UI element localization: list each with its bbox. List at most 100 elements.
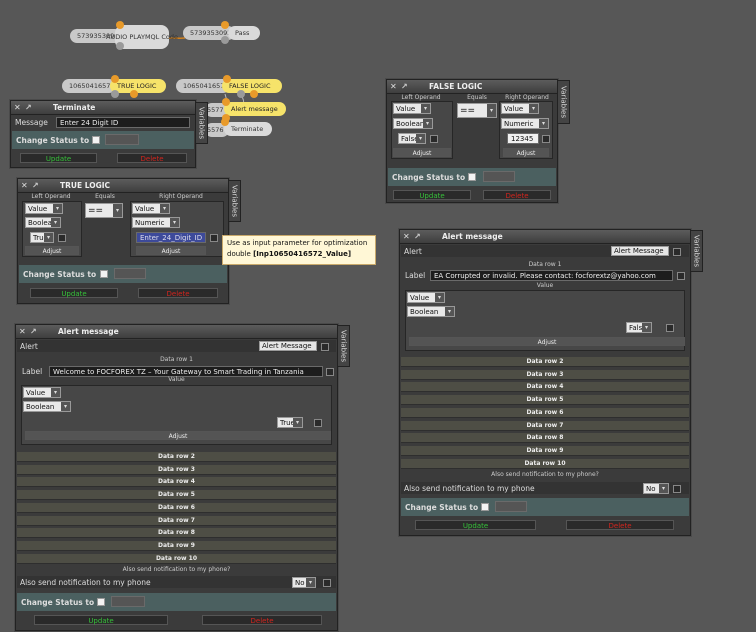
node-port-dot[interactable] [250, 90, 258, 98]
node-port-dot[interactable] [111, 90, 119, 98]
pin-icon[interactable]: ↗ [30, 327, 44, 336]
right-operand-checkbox[interactable] [210, 234, 218, 242]
alert-type-select[interactable]: Alert Message [611, 246, 669, 256]
variables-tab[interactable]: Variables [195, 102, 208, 144]
pin-icon[interactable]: ↗ [401, 82, 415, 91]
phone-checkbox[interactable] [673, 485, 681, 493]
change-status-input[interactable] [495, 501, 527, 512]
change-status-input[interactable] [105, 134, 139, 145]
update-button[interactable]: Update [30, 288, 118, 298]
value-select[interactable]: True ▾ [277, 417, 303, 428]
close-icon[interactable]: ✕ [19, 327, 28, 336]
data-row[interactable]: Data row 10 [401, 458, 689, 469]
operator-select[interactable]: == ▾ [457, 103, 497, 118]
node-port-dot[interactable] [222, 98, 230, 106]
right-operand-input[interactable]: Enter_24_Digit_ID [136, 232, 206, 243]
node-port-dot[interactable] [116, 42, 124, 50]
data-row[interactable]: Data row 9 [401, 445, 689, 456]
data-row[interactable]: Data row 6 [17, 502, 336, 513]
node-port-dot[interactable] [221, 21, 229, 29]
value-kind-select[interactable]: Value ▾ [23, 387, 61, 398]
alert-checkbox[interactable] [673, 248, 681, 256]
adjust-button[interactable]: Adjust [25, 246, 79, 255]
close-icon[interactable]: ✕ [403, 232, 412, 241]
data-row[interactable]: Data row 7 [401, 420, 689, 431]
value-type-select[interactable]: Boolean ▾ [407, 306, 455, 317]
alert-type-select[interactable]: Alert Message [259, 341, 317, 351]
left-operand-type-select[interactable]: Boolean ▾ [393, 118, 433, 129]
phone-select[interactable]: No ▾ [643, 483, 669, 494]
right-operand-type-select[interactable]: Numeric ▾ [501, 118, 549, 129]
update-button[interactable]: Update [34, 615, 168, 625]
delete-button[interactable]: Delete [483, 190, 551, 200]
node-port-dot[interactable] [130, 90, 138, 98]
data-row[interactable]: Data row 3 [401, 369, 689, 380]
delete-button[interactable]: Delete [138, 288, 218, 298]
delete-button[interactable]: Delete [202, 615, 322, 625]
close-icon[interactable]: ✕ [21, 181, 30, 190]
close-icon[interactable]: ✕ [390, 82, 399, 91]
left-operand-value-select[interactable]: True ▾ [30, 232, 54, 243]
left-operand-checkbox[interactable] [430, 135, 438, 143]
left-operand-checkbox[interactable] [58, 234, 66, 242]
change-status-input[interactable] [483, 171, 515, 182]
node-port-dot[interactable] [221, 118, 229, 126]
graph-canvas[interactable]: 5739353091 AUDIO PLAY MQL Code 573935309… [0, 0, 756, 632]
label-checkbox[interactable] [326, 368, 334, 376]
pin-icon[interactable]: ↗ [32, 181, 46, 190]
panel-title-bar[interactable]: ✕ ↗ Terminate [11, 101, 195, 115]
value-kind-select[interactable]: Value ▾ [407, 292, 445, 303]
data-row[interactable]: Data row 4 [17, 477, 336, 488]
left-operand-kind-select[interactable]: Value ▾ [25, 203, 63, 214]
data-row[interactable]: Data row 9 [17, 540, 336, 551]
node-port-dot[interactable] [237, 90, 245, 98]
adjust-button[interactable]: Adjust [136, 246, 206, 255]
node-terminate[interactable]: Terminate [224, 122, 272, 136]
pin-icon[interactable]: ↗ [414, 232, 428, 241]
adjust-button[interactable]: Adjust [503, 148, 549, 157]
adjust-button[interactable]: Adjust [25, 431, 331, 440]
close-icon[interactable]: ✕ [14, 103, 23, 112]
node-pass[interactable]: Pass [228, 26, 260, 40]
change-status-checkbox[interactable] [100, 270, 108, 278]
node-port-dot[interactable] [221, 36, 229, 44]
update-button[interactable]: Update [20, 153, 97, 163]
variables-tab[interactable]: Variables [690, 230, 703, 272]
variables-tab[interactable]: Variables [557, 80, 570, 124]
node-port-dot[interactable] [116, 21, 124, 29]
left-operand-type-select[interactable]: Boolean ▾ [25, 217, 61, 228]
variables-tab[interactable]: Variables [337, 325, 350, 367]
node-id-10650416572[interactable]: 10650416572 [62, 79, 116, 93]
label-checkbox[interactable] [677, 272, 685, 280]
left-operand-kind-select[interactable]: Value ▾ [393, 103, 431, 114]
right-operand-checkbox[interactable] [542, 135, 550, 143]
panel-title-bar[interactable]: ✕ ↗ TRUE LOGIC [18, 179, 228, 193]
right-operand-type-select[interactable]: Numeric ▾ [132, 217, 180, 228]
node-port-dot[interactable] [223, 75, 231, 83]
pin-icon[interactable]: ↗ [25, 103, 39, 112]
value-checkbox[interactable] [314, 419, 322, 427]
right-operand-kind-select[interactable]: Value ▾ [132, 203, 170, 214]
value-select[interactable]: False ▾ [626, 322, 652, 333]
left-operand-value-select[interactable]: False ▾ [398, 133, 426, 144]
data-row[interactable]: Data row 5 [17, 490, 336, 501]
node-port-dot[interactable] [111, 75, 119, 83]
value-checkbox[interactable] [666, 324, 674, 332]
alert-checkbox[interactable] [321, 343, 329, 351]
adjust-button[interactable]: Adjust [393, 148, 451, 157]
data-row[interactable]: Data row 3 [17, 464, 336, 475]
phone-checkbox[interactable] [323, 579, 331, 587]
panel-title-bar[interactable]: ✕ ↗ Alert message [400, 230, 690, 244]
data-row[interactable]: Data row 8 [401, 433, 689, 444]
right-operand-kind-select[interactable]: Value ▾ [501, 103, 539, 114]
change-status-checkbox[interactable] [92, 136, 100, 144]
phone-select[interactable]: No ▾ [292, 577, 316, 588]
data-row[interactable]: Data row 4 [401, 382, 689, 393]
change-status-checkbox[interactable] [468, 173, 476, 181]
data-row[interactable]: Data row 2 [401, 357, 689, 367]
data-row[interactable]: Data row 6 [401, 407, 689, 418]
update-button[interactable]: Update [393, 190, 471, 200]
label-input[interactable]: EA Corrupted or invalid. Please contact:… [430, 270, 673, 281]
change-status-input[interactable] [111, 596, 145, 607]
panel-title-bar[interactable]: ✕ ↗ Alert message [16, 325, 337, 339]
